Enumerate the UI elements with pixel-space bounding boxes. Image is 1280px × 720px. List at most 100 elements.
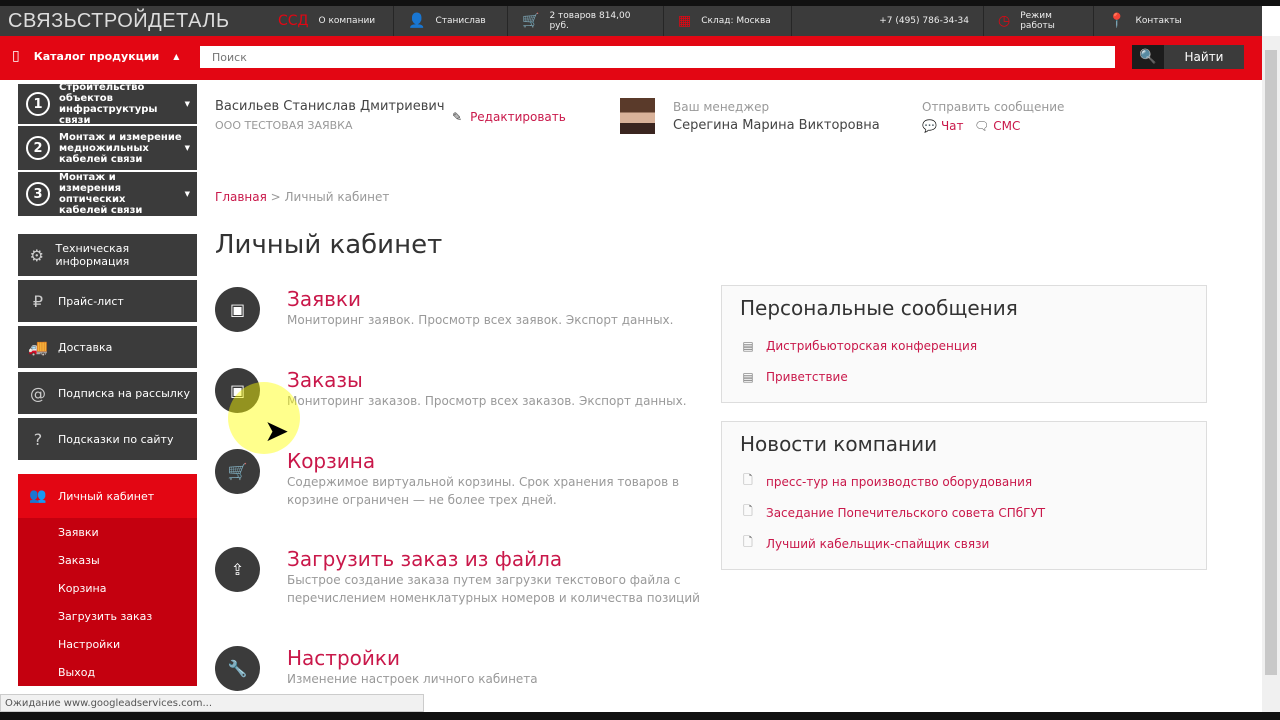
manager-name: Серегина Марина Викторовна bbox=[673, 118, 880, 133]
chevron-down-icon: ▼ bbox=[184, 190, 190, 198]
sms-link[interactable]: 🗨 СМС bbox=[974, 119, 1020, 133]
site-logo[interactable]: СВЯЗЬСТРОЙДЕТАЛЬ bbox=[0, 10, 272, 33]
inbox-icon: ▣ bbox=[215, 287, 260, 332]
scrollbar[interactable] bbox=[1262, 36, 1280, 712]
news-link[interactable]: пресс-тур на производство оборудования bbox=[766, 475, 1032, 489]
sidebar-item-label: Личный кабинет bbox=[58, 489, 155, 503]
account-submenu: Заявки Заказы Корзина Загрузить заказ На… bbox=[18, 518, 197, 686]
contacts-label: Контакты bbox=[1135, 16, 1182, 26]
submenu-upload[interactable]: Загрузить заказ bbox=[18, 602, 197, 630]
search-input[interactable] bbox=[200, 46, 1115, 68]
user-company: ООО ТЕСТОВАЯ ЗАЯВКА bbox=[215, 119, 353, 132]
user-name: Васильев Станислав Дмитриевич bbox=[215, 99, 445, 114]
news-link[interactable]: Заседание Попечительского совета СПбГУТ bbox=[766, 506, 1045, 520]
chat-label: Чат bbox=[940, 119, 964, 133]
message-item[interactable]: ▤ Дистрибьюторская конференция bbox=[740, 330, 1188, 361]
price-icon: ₽ bbox=[32, 291, 44, 311]
manager-label: Ваш менеджер bbox=[673, 100, 770, 114]
sidebar-item-label: Доставка bbox=[58, 340, 113, 354]
chat-icon: 💬 bbox=[922, 119, 937, 133]
wrench-icon: 🔧 bbox=[215, 646, 260, 691]
section-desc: Мониторинг заявок. Просмотр всех заявок.… bbox=[287, 313, 674, 327]
submenu-cart[interactable]: Корзина bbox=[18, 574, 197, 602]
sidebar-item-delivery[interactable]: 🚚 Доставка bbox=[18, 326, 197, 370]
section-requests[interactable]: ▣ Заявки Мониторинг заявок. Просмотр всех … bbox=[215, 287, 697, 332]
user-link[interactable]: 👤 Станислав bbox=[394, 6, 508, 36]
news-item[interactable]: 🗋 Лучший кабельщик-спайщик связи bbox=[740, 528, 1188, 559]
category-3[interactable]: 3 Монтаж и измерения оптических кабелей с… bbox=[18, 172, 197, 218]
panel-title: Персональные сообщения bbox=[740, 296, 1018, 320]
section-title[interactable]: Заказы bbox=[287, 368, 707, 392]
breadcrumb-home[interactable]: Главная bbox=[215, 190, 267, 204]
question-icon: ? bbox=[33, 429, 43, 449]
sidebar-item-account[interactable]: 👥 Личный кабинет bbox=[18, 474, 197, 518]
caret-up-icon: ▲ bbox=[173, 51, 180, 61]
search-button-label: Найти bbox=[1184, 50, 1224, 64]
cart-icon: 🛒 bbox=[215, 449, 260, 494]
section-desc: Мониторинг заказов. Просмотр всех заказо… bbox=[287, 394, 687, 408]
user-label: Станислав bbox=[435, 16, 486, 26]
category-number: 2 bbox=[26, 136, 50, 160]
warehouse-label: Склад: Москва bbox=[701, 16, 771, 26]
document-icon: 🗋 bbox=[743, 504, 753, 518]
search-icon: 🔍 bbox=[1132, 45, 1164, 69]
sidebar-item-label: Подсказки по сайту bbox=[58, 432, 174, 446]
work-hours-link[interactable]: ◷ Режим работы bbox=[984, 6, 1094, 36]
breadcrumb-current: Личный кабинет bbox=[284, 190, 390, 204]
work-hours-label: Режим работы bbox=[1020, 11, 1055, 31]
edit-profile-link[interactable]: ✎ Редактировать bbox=[452, 110, 566, 124]
section-settings[interactable]: 🔧 Настройки Изменение настроек личного каб… bbox=[215, 646, 697, 691]
category-number: 3 bbox=[26, 182, 50, 206]
at-icon: @ bbox=[30, 383, 46, 403]
cart-icon: 🛒 bbox=[522, 13, 540, 29]
contacts-link[interactable]: 📍 Контакты bbox=[1094, 6, 1194, 36]
section-upload[interactable]: ⇪ Загрузить заказ из файла Быстрое создани… bbox=[215, 547, 707, 607]
warehouse-link[interactable]: ▦ Склад: Москва bbox=[664, 6, 792, 36]
section-title[interactable]: Корзина bbox=[287, 449, 687, 473]
manager-photo bbox=[620, 98, 655, 134]
submenu-settings[interactable]: Настройки bbox=[18, 630, 197, 658]
search-button[interactable]: 🔍 Найти bbox=[1132, 45, 1244, 69]
sidebar-item-hints[interactable]: ? Подсказки по сайту bbox=[18, 418, 197, 462]
section-title[interactable]: Загрузить заказ из файла bbox=[287, 547, 707, 571]
category-2[interactable]: 2 Монтаж и измерение медножильных кабелей… bbox=[18, 126, 197, 172]
message-icon: ▤ bbox=[742, 338, 754, 353]
sidebar-item-tech-info[interactable]: ⚙ Техническая информация bbox=[18, 234, 197, 278]
section-cart[interactable]: 🛒 Корзина Содержимое виртуальной корзины. … bbox=[215, 449, 687, 509]
about-link[interactable]: ССД О компании bbox=[272, 6, 394, 36]
section-title[interactable]: Настройки bbox=[287, 646, 697, 670]
chat-link[interactable]: 💬 Чат bbox=[922, 119, 964, 133]
news-item[interactable]: 🗋 пресс-тур на производство оборудования bbox=[740, 466, 1188, 497]
news-link[interactable]: Лучший кабельщик-спайщик связи bbox=[766, 537, 989, 551]
upload-icon: ⇪ bbox=[215, 547, 260, 592]
chevron-down-icon: ▼ bbox=[184, 144, 190, 152]
catalog-button[interactable]: ▯ Каталог продукции ▲ bbox=[12, 48, 179, 64]
catalog-label: Каталог продукции bbox=[33, 49, 160, 63]
message-link[interactable]: Дистрибьюторская конференция bbox=[766, 339, 977, 353]
document-icon: 🗋 bbox=[743, 473, 753, 487]
section-title[interactable]: Заявки bbox=[287, 287, 697, 311]
book-icon: ▯ bbox=[12, 48, 20, 64]
submenu-orders[interactable]: Заказы bbox=[18, 546, 197, 574]
category-number: 1 bbox=[26, 92, 50, 116]
ssd-logo-icon: ССД bbox=[278, 13, 309, 29]
company-news-panel: Новости компании 🗋 пресс-тур на производс… bbox=[721, 421, 1207, 570]
section-desc: Содержимое виртуальной корзины. Срок хра… bbox=[287, 475, 680, 507]
news-item[interactable]: 🗋 Заседание Попечительского совета СПбГУТ bbox=[740, 497, 1188, 528]
sidebar-item-label: Подписка на рассылку bbox=[58, 386, 190, 400]
panel-title: Новости компании bbox=[740, 432, 938, 456]
clock-icon: ◷ bbox=[998, 13, 1011, 29]
category-1[interactable]: 1 Строительство объектов инфраструктуры с… bbox=[18, 82, 197, 126]
sidebar-item-subscribe[interactable]: @ Подписка на рассылку bbox=[18, 372, 197, 416]
scrollbar-thumb[interactable] bbox=[1265, 50, 1277, 675]
submenu-logout[interactable]: Выход bbox=[18, 658, 197, 686]
sidebar-item-price-list[interactable]: ₽ Прайс-лист bbox=[18, 280, 197, 324]
window-bottom-strip bbox=[0, 712, 1280, 720]
sms-icon: 🗨 bbox=[974, 119, 990, 133]
message-item[interactable]: ▤ Приветствие bbox=[740, 361, 1188, 392]
message-link[interactable]: Приветствие bbox=[766, 370, 848, 384]
submenu-requests[interactable]: Заявки bbox=[18, 518, 197, 546]
cart-link[interactable]: 🛒 2 товаров 814,00 руб. bbox=[508, 6, 664, 36]
category-label: Строительство объектов инфраструктуры св… bbox=[59, 82, 158, 126]
truck-icon: 🚚 bbox=[28, 337, 48, 357]
